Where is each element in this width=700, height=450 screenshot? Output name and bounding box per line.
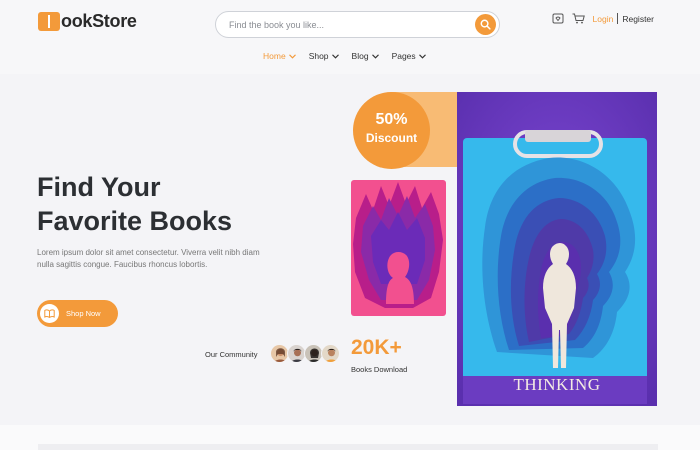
chevron-down-icon (288, 53, 296, 59)
search-bar (215, 11, 500, 38)
next-section-preview (0, 425, 700, 450)
community-label: Our Community (205, 350, 258, 359)
brand-logo[interactable]: ookStore (38, 11, 137, 32)
nav-item-label: Home (263, 51, 286, 61)
avatar (321, 344, 340, 363)
discount-badge: 50% Discount (353, 92, 430, 169)
main-nav: Home Shop Blog Pages (263, 51, 439, 61)
chevron-down-icon (418, 53, 426, 59)
book-logo-icon (38, 12, 60, 31)
community-avatars (270, 344, 340, 363)
nav-item-label: Blog (351, 51, 369, 61)
book-cover-pink[interactable] (351, 180, 446, 316)
nav-item-pages[interactable]: Pages (392, 51, 426, 61)
book-open-icon (40, 304, 59, 323)
papercut-head-illustration (353, 182, 443, 308)
hero-description: Lorem ipsum dolor sit amet consectetur. … (37, 248, 260, 269)
section-strip (38, 444, 658, 450)
search-button[interactable] (475, 14, 496, 35)
shop-now-button[interactable]: Shop Now (37, 300, 118, 327)
clipboard-illustration (457, 92, 657, 406)
hero-title-line-2: Favorite Books (37, 206, 233, 236)
site-header: ookStore Login Register (0, 0, 700, 74)
cart-icon[interactable] (572, 13, 585, 24)
chevron-down-icon (331, 53, 339, 59)
account-links: Login Register (552, 13, 654, 24)
nav-item-label: Shop (308, 51, 329, 61)
nav-item-blog[interactable]: Blog (352, 51, 379, 61)
link-divider (617, 13, 619, 24)
nav-item-home[interactable]: Home (263, 51, 296, 61)
books-download-label: Books Download (351, 365, 408, 374)
discount-percent: 50% (375, 111, 408, 128)
featured-book-title: THINKING (513, 375, 601, 394)
nav-item-label: Pages (391, 51, 416, 61)
wishlist-icon[interactable] (552, 13, 564, 24)
nav-item-shop[interactable]: Shop (309, 51, 339, 61)
discount-label: Discount (365, 131, 418, 145)
search-icon (480, 19, 491, 30)
featured-book-cover[interactable]: THINKING (457, 92, 657, 406)
hero-title-line-1: Find Your (37, 172, 161, 202)
search-input[interactable] (229, 16, 469, 34)
brand-name: ookStore (61, 11, 137, 31)
shop-now-label: Shop Now (66, 309, 101, 318)
books-download-count: 20K+ (351, 336, 402, 359)
register-link[interactable]: Register (622, 14, 654, 24)
chevron-down-icon (371, 53, 379, 59)
login-link[interactable]: Login (593, 14, 614, 24)
hero-title: Find Your Favorite Books (37, 170, 232, 238)
